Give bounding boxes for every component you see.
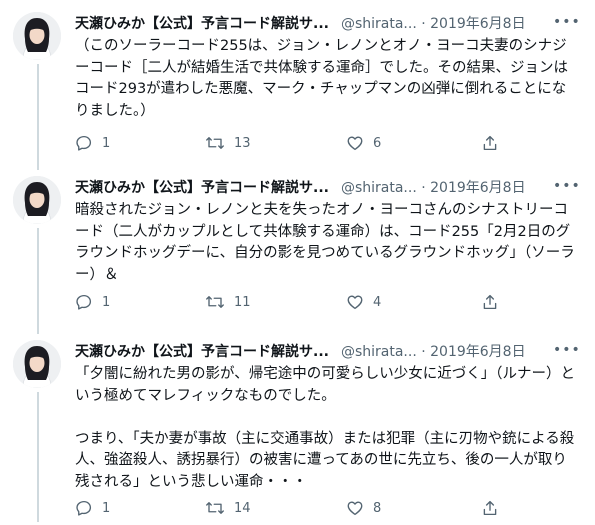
tweet-header: 天瀬ひみか【公式】予言コード解説サ... @shirata... · 2019年6… [75,12,580,34]
like-button[interactable]: 4 [346,291,381,313]
retweet-button[interactable]: 14 [205,497,251,519]
like-count: 8 [373,500,382,516]
tweet-date[interactable]: · 2019年6月8日 [421,16,525,32]
retweet-button[interactable]: 11 [205,291,251,313]
reply-icon [75,134,93,152]
retweet-count: 14 [234,500,251,516]
retweet-count: 11 [234,294,251,310]
author-handle[interactable]: @shirata... [341,180,417,196]
retweet-count: 13 [234,135,251,151]
like-icon [346,293,364,311]
reply-button[interactable]: 1 [75,291,110,313]
tweet[interactable]: 天瀬ひみか【公式】予言コード解説サ... @shirata... · 2019年6… [0,12,595,162]
tweet-date[interactable]: · 2019年6月8日 [421,180,525,196]
retweet-button[interactable]: 13 [205,132,251,154]
tweet-actions: 1 11 4 [75,291,515,313]
retweet-icon [205,293,225,311]
reply-count: 1 [102,135,111,151]
avatar[interactable] [13,340,61,388]
retweet-icon [205,499,225,517]
author-name[interactable]: 天瀬ひみか【公式】予言コード解説サ... [75,16,329,32]
tweet-actions: 1 13 6 [75,132,515,154]
tweet-text: 「夕闇に紛れた男の影が、帰宅途中の可愛らしい少女に近づく」（ルナー）という極めて… [75,366,575,490]
author-name[interactable]: 天瀬ひみか【公式】予言コード解説サ... [75,344,329,360]
like-icon [346,499,364,517]
tweet-actions: 1 14 8 [75,497,515,519]
like-icon [346,134,364,152]
share-icon [481,499,499,517]
reply-count: 1 [102,294,111,310]
author-name[interactable]: 天瀬ひみか【公式】予言コード解説サ... [75,180,329,196]
reply-button[interactable]: 1 [75,132,110,154]
share-icon [481,293,499,311]
share-button[interactable] [481,291,499,313]
author-handle[interactable]: @shirata... [341,344,417,360]
tweet-header: 天瀬ひみか【公式】予言コード解説サ... @shirata... · 2019年6… [75,176,580,198]
reply-count: 1 [102,500,111,516]
reply-icon [75,499,93,517]
tweet[interactable]: 天瀬ひみか【公式】予言コード解説サ... @shirata... · 2019年6… [0,176,595,326]
like-button[interactable]: 6 [346,132,381,154]
reply-icon [75,293,93,311]
tweet-date[interactable]: · 2019年6月8日 [421,344,525,360]
share-button[interactable] [481,132,499,154]
more-icon[interactable]: ••• [553,340,580,360]
reply-button[interactable]: 1 [75,497,110,519]
more-icon[interactable]: ••• [553,12,580,32]
tweet-text: 暗殺されたジョン・レノンと夫を失ったオノ・ヨーコさんのシナストリーコード（二人が… [75,202,575,283]
retweet-icon [205,134,225,152]
share-button[interactable] [481,497,499,519]
like-button[interactable]: 8 [346,497,381,519]
tweet[interactable]: 天瀬ひみか【公式】予言コード解説サ... @shirata... · 2019年6… [0,340,595,520]
like-count: 6 [373,135,382,151]
author-handle[interactable]: @shirata... [341,16,417,32]
tweet-text: （このソーラーコード255は、ジョン・レノンとオノ・ヨーコ夫妻のシナジーコード［… [75,38,568,119]
share-icon [481,134,499,152]
like-count: 4 [373,294,382,310]
tweet-header: 天瀬ひみか【公式】予言コード解説サ... @shirata... · 2019年6… [75,340,580,362]
avatar[interactable] [13,176,61,224]
more-icon[interactable]: ••• [553,176,580,196]
avatar[interactable] [13,12,61,60]
